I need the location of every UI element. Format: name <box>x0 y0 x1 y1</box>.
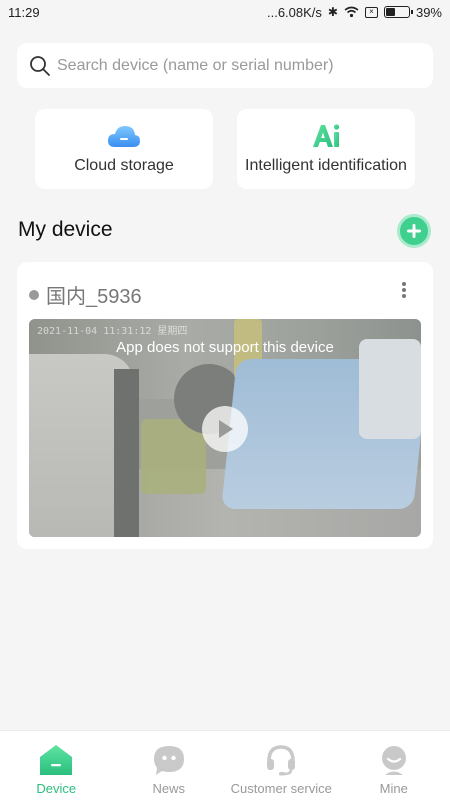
intelligent-identification-label: Intelligent identification <box>245 157 407 174</box>
play-icon <box>219 420 233 438</box>
cloud-storage-button[interactable]: Cloud storage <box>35 109 213 189</box>
nav-mine[interactable]: Mine <box>338 731 450 800</box>
cloud-storage-label: Cloud storage <box>74 157 174 174</box>
bottom-nav: Device News Customer service Mine <box>0 730 450 800</box>
device-name: 国内_5936 <box>46 286 142 308</box>
wifi-icon <box>344 6 359 18</box>
status-bar: 11:29 ...6.08K/s ✱ × 39% <box>0 0 450 24</box>
nav-device-label: Device <box>36 781 77 796</box>
bluetooth-icon: ✱ <box>327 5 338 19</box>
status-time: 11:29 <box>8 4 40 20</box>
play-button[interactable] <box>202 406 248 452</box>
preview-left-edge <box>114 369 139 537</box>
device-status-dot <box>29 289 39 300</box>
profile-icon <box>381 746 406 775</box>
add-device-button[interactable] <box>397 214 431 248</box>
network-speed: ...6.08K/s <box>266 4 322 20</box>
nav-news-label: News <box>152 781 185 796</box>
device-card[interactable]: 国内_5936 2021-11-04 11:31:12 星期四 App does… <box>17 262 433 549</box>
ai-icon <box>313 124 340 147</box>
device-home-icon <box>40 745 73 775</box>
headset-icon <box>267 745 296 776</box>
device-header: 国内_5936 <box>29 280 142 309</box>
news-chat-icon <box>153 746 184 775</box>
status-indicators: ...6.08K/s ✱ × 39% <box>267 5 442 20</box>
cloud-storage-icon <box>108 126 140 147</box>
battery-level <box>385 8 396 16</box>
battery-icon <box>383 6 413 18</box>
plus-icon <box>407 224 421 238</box>
battery-percent: 39% <box>415 4 442 20</box>
intelligent-identification-button[interactable]: Intelligent identification <box>237 109 415 189</box>
search-input[interactable] <box>57 56 427 75</box>
nav-device[interactable]: Device <box>0 731 113 800</box>
sim-icon: × <box>364 6 378 18</box>
device-preview[interactable]: 2021-11-04 11:31:12 星期四 App does not sup… <box>29 319 421 537</box>
search-icon <box>30 55 50 76</box>
preview-timestamp: 2021-11-04 11:31:12 星期四 <box>37 326 188 337</box>
nav-customer-service-label: Customer service <box>230 781 332 796</box>
section-title: My device <box>18 218 113 241</box>
more-options-icon[interactable] <box>401 282 407 298</box>
nav-news[interactable]: News <box>113 731 226 800</box>
unsupported-message: App does not support this device <box>116 339 334 356</box>
search-bar[interactable] <box>17 43 433 88</box>
nav-customer-service[interactable]: Customer service <box>225 731 338 800</box>
nav-mine-label: Mine <box>379 781 408 796</box>
